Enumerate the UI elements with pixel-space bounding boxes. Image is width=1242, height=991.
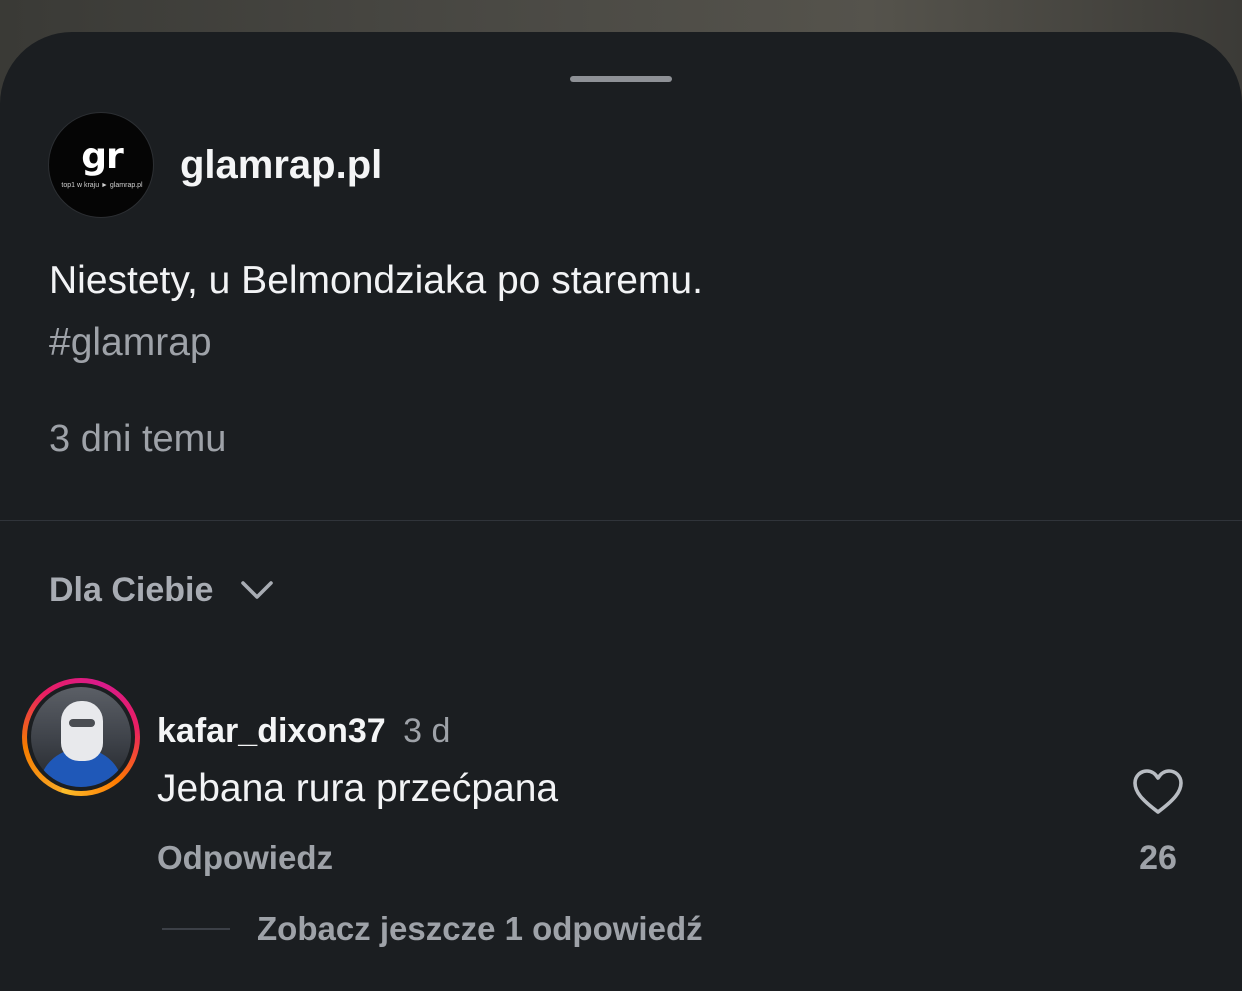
section-divider	[0, 520, 1242, 521]
sheet-grabber-handle[interactable]	[570, 76, 672, 82]
post-author-avatar[interactable]: gr top1 w kraju ► glamrap.pl	[48, 112, 154, 218]
view-more-replies-button[interactable]: Zobacz jeszcze 1 odpowiedź	[162, 908, 703, 950]
avatar-ring-gap	[27, 683, 135, 791]
post-caption: Niestety, u Belmondziaka po staremu.	[49, 259, 703, 302]
comment-meta: kafar_dixon37 3 d	[157, 710, 450, 752]
comment-sort-dropdown[interactable]: Dla Ciebie	[49, 570, 275, 610]
avatar-mask-shape	[61, 701, 103, 761]
post-hashtag-link[interactable]: #glamrap	[49, 320, 212, 366]
avatar-eyes-shape	[69, 719, 95, 727]
replies-connector-line	[162, 928, 230, 930]
commenter-avatar	[31, 687, 131, 787]
post-author-username[interactable]: glamrap.pl	[180, 141, 382, 189]
commenter-avatar-story-ring[interactable]	[22, 678, 140, 796]
view-more-replies-label: Zobacz jeszcze 1 odpowiedź	[257, 910, 703, 947]
logo-subtext: top1 w kraju ► glamrap.pl	[61, 182, 143, 189]
commenter-username[interactable]: kafar_dixon37	[157, 712, 386, 750]
comment-time: 3 d	[403, 712, 451, 750]
sort-label: Dla Ciebie	[49, 571, 214, 609]
like-count: 26	[1139, 839, 1177, 877]
post-timestamp: 3 dni temu	[49, 418, 227, 460]
post-header: gr top1 w kraju ► glamrap.pl glamrap.pl	[48, 111, 382, 219]
logo-mark: gr	[81, 136, 124, 177]
reply-button[interactable]: Odpowiedz	[157, 837, 333, 879]
heart-icon[interactable]	[1132, 768, 1184, 816]
comment-text: Jebana rura przećpana	[157, 767, 559, 810]
chevron-down-icon	[241, 581, 274, 599]
